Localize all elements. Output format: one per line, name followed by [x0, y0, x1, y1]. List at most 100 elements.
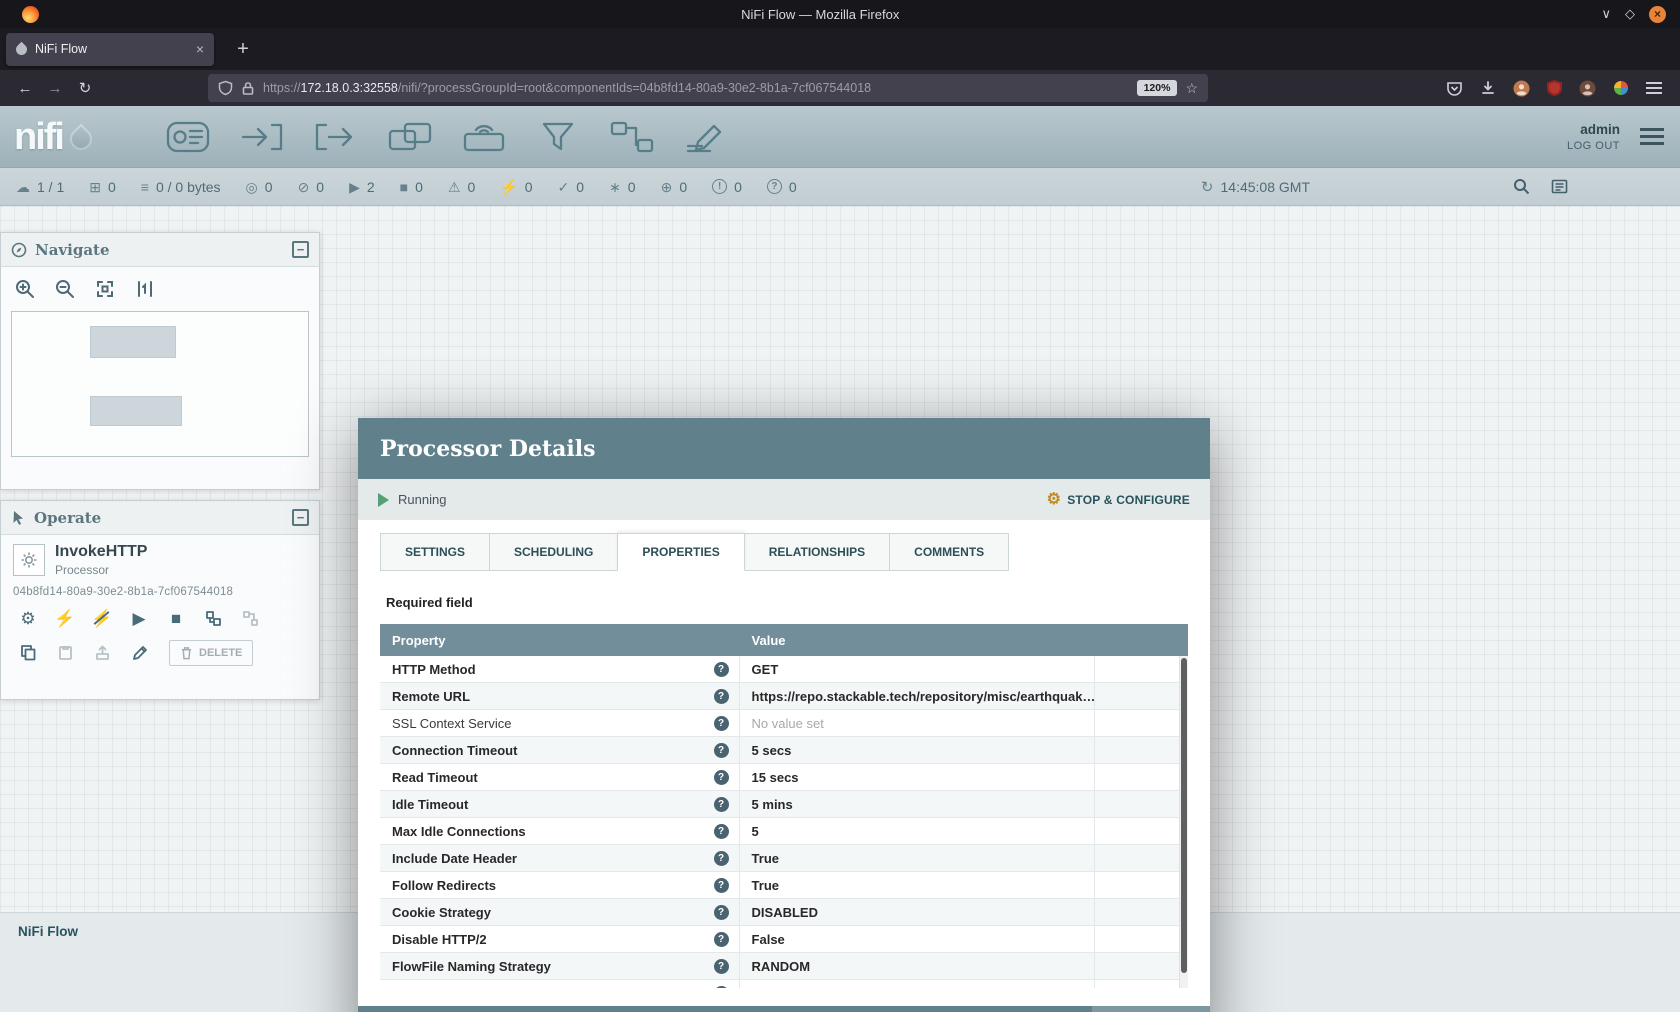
- window-minimize-icon[interactable]: ∨: [1601, 6, 1611, 22]
- funnel-tool[interactable]: [534, 118, 582, 156]
- property-row[interactable]: HTTP Method?GET: [380, 656, 1188, 683]
- disable-button[interactable]: ⚡: [87, 605, 117, 632]
- process-group-tool[interactable]: [386, 118, 434, 156]
- bookmark-star-icon[interactable]: ☆: [1185, 80, 1198, 97]
- help-icon[interactable]: ?: [714, 716, 729, 731]
- table-scrollbar[interactable]: [1179, 656, 1188, 988]
- forward-button[interactable]: →: [40, 75, 70, 101]
- lock-icon[interactable]: [241, 81, 255, 96]
- stop-button[interactable]: ■: [161, 605, 191, 632]
- property-row[interactable]: Idle Timeout?5 mins: [380, 791, 1188, 818]
- help-icon[interactable]: ?: [714, 689, 729, 704]
- zoom-actual-size-icon[interactable]: [135, 279, 155, 299]
- property-value[interactable]: True: [740, 872, 1096, 898]
- extension-avatar-icon[interactable]: [1579, 80, 1596, 97]
- zoom-fit-icon[interactable]: [95, 279, 115, 299]
- property-value[interactable]: https://repo.stackable.tech/repository/m…: [740, 683, 1096, 709]
- paste-button[interactable]: [50, 639, 80, 666]
- property-row[interactable]: Connection Timeout?5 secs: [380, 737, 1188, 764]
- ok-button[interactable]: OK: [1092, 1006, 1210, 1012]
- dialog-tab-scheduling[interactable]: SCHEDULING: [489, 533, 618, 571]
- property-row[interactable]: Cookie Strategy?DISABLED: [380, 899, 1188, 926]
- reload-button[interactable]: ↻: [70, 75, 100, 101]
- bulletin-panel-button[interactable]: [1551, 178, 1568, 198]
- property-row[interactable]: Include Date Header?True: [380, 845, 1188, 872]
- input-port-tool[interactable]: [238, 118, 286, 156]
- tab-close-icon[interactable]: ×: [196, 41, 204, 57]
- property-row[interactable]: SSL Context Service?No value set: [380, 710, 1188, 737]
- dialog-tab-settings[interactable]: SETTINGS: [380, 533, 490, 571]
- help-icon[interactable]: ?: [714, 905, 729, 920]
- refresh-icon[interactable]: ↻: [1201, 178, 1214, 196]
- remote-process-group-tool[interactable]: [460, 118, 508, 156]
- help-icon[interactable]: ?: [714, 797, 729, 812]
- help-icon[interactable]: ?: [714, 770, 729, 785]
- create-template-button[interactable]: [235, 605, 265, 632]
- property-row[interactable]: Remote URL?https://repo.stackable.tech/r…: [380, 683, 1188, 710]
- property-value[interactable]: DISABLED: [740, 899, 1096, 925]
- url-bar[interactable]: https://172.18.0.3:32558/nifi/?processGr…: [208, 74, 1208, 102]
- back-button[interactable]: ←: [10, 75, 40, 101]
- output-port-tool[interactable]: [312, 118, 360, 156]
- logout-button[interactable]: LOG OUT: [1567, 140, 1620, 152]
- new-tab-button[interactable]: +: [230, 38, 256, 61]
- property-value[interactable]: True: [740, 845, 1096, 871]
- tracking-shield-icon[interactable]: [218, 80, 233, 96]
- template-tool[interactable]: [608, 118, 656, 156]
- help-icon[interactable]: ?: [714, 743, 729, 758]
- start-button[interactable]: ▶: [124, 605, 154, 632]
- zoom-level-button[interactable]: 120%: [1137, 80, 1178, 96]
- dialog-tab-properties[interactable]: PROPERTIES: [617, 533, 744, 571]
- stop-and-configure-button[interactable]: ⚙ STOP & CONFIGURE: [1047, 492, 1190, 508]
- breadcrumb[interactable]: NiFi Flow: [18, 924, 78, 939]
- property-row[interactable]: FlowFile Naming Strategy?RANDOM: [380, 953, 1188, 980]
- copy-button[interactable]: [13, 639, 43, 666]
- group-button[interactable]: [198, 605, 228, 632]
- extension-pinwheel-icon[interactable]: [1613, 80, 1629, 96]
- zoom-out-icon[interactable]: [55, 279, 75, 299]
- search-button[interactable]: [1513, 178, 1530, 198]
- help-icon[interactable]: ?: [714, 851, 729, 866]
- property-value[interactable]: 5: [740, 818, 1096, 844]
- help-icon[interactable]: ?: [714, 932, 729, 947]
- birdseye-minimap[interactable]: [11, 311, 309, 457]
- help-icon[interactable]: ?: [714, 878, 729, 893]
- help-icon[interactable]: ?: [714, 662, 729, 677]
- move-to-parent-group-button[interactable]: [87, 639, 117, 666]
- dialog-tab-relationships[interactable]: RELATIONSHIPS: [744, 533, 890, 571]
- ublock-origin-icon[interactable]: [1547, 80, 1562, 96]
- help-icon[interactable]: ?: [714, 959, 729, 974]
- menu-icon[interactable]: [1646, 82, 1662, 94]
- help-icon[interactable]: ?: [714, 824, 729, 839]
- downloads-icon[interactable]: [1480, 80, 1496, 96]
- enable-button[interactable]: ⚡: [50, 605, 80, 632]
- property-row[interactable]: Disable HTTP/2?False: [380, 926, 1188, 953]
- window-close-icon[interactable]: ×: [1649, 6, 1666, 23]
- scrollbar-thumb[interactable]: [1181, 658, 1187, 973]
- navigate-collapse-button[interactable]: −: [292, 241, 309, 258]
- account-avatar-icon[interactable]: [1513, 80, 1530, 97]
- global-menu-icon[interactable]: [1640, 128, 1664, 145]
- flow-canvas[interactable]: Navigate − Operate −: [0, 206, 1680, 912]
- property-value[interactable]: GET: [740, 656, 1096, 682]
- processor-tool[interactable]: [164, 118, 212, 156]
- property-value[interactable]: 5 secs: [740, 737, 1096, 763]
- zoom-in-icon[interactable]: [15, 279, 35, 299]
- property-row[interactable]: Max Idle Connections?5: [380, 818, 1188, 845]
- dialog-tab-comments[interactable]: COMMENTS: [889, 533, 1009, 571]
- url-text[interactable]: https://172.18.0.3:32558/nifi/?processGr…: [263, 81, 1129, 95]
- window-maximize-icon[interactable]: ◇: [1625, 6, 1635, 22]
- pocket-icon[interactable]: [1446, 80, 1463, 97]
- property-value[interactable]: 5 mins: [740, 791, 1096, 817]
- property-value[interactable]: No value set: [740, 710, 1096, 736]
- delete-button[interactable]: DELETE: [169, 640, 253, 666]
- configure-button[interactable]: ⚙: [13, 605, 43, 632]
- property-value[interactable]: 15 secs: [740, 764, 1096, 790]
- fill-color-button[interactable]: [124, 639, 154, 666]
- property-row[interactable]: Read Timeout?15 secs: [380, 764, 1188, 791]
- property-row[interactable]: Follow Redirects?True: [380, 872, 1188, 899]
- operate-collapse-button[interactable]: −: [292, 509, 309, 526]
- property-value[interactable]: RANDOM: [740, 953, 1096, 979]
- property-value[interactable]: False: [740, 926, 1096, 952]
- browser-tab[interactable]: NiFi Flow ×: [6, 33, 214, 66]
